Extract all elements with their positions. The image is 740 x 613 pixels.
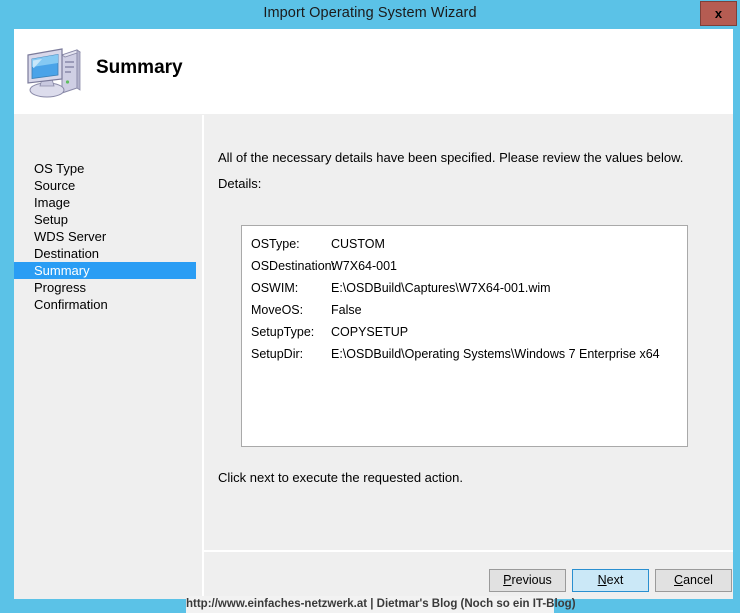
detail-value: CUSTOM — [331, 237, 385, 251]
computer-icon — [22, 41, 86, 101]
sidebar-item-os-type[interactable]: OS Type — [14, 160, 202, 177]
detail-value: E:\OSDBuild\Operating Systems\Windows 7 … — [331, 347, 660, 361]
wizard-step-list: OS Type Source Image Setup WDS Server De… — [14, 160, 202, 313]
sidebar-item-wds-server[interactable]: WDS Server — [14, 228, 202, 245]
detail-key: SetupType: — [251, 325, 315, 339]
accesskey-letter: P — [503, 573, 512, 587]
detail-key: OSWIM: — [251, 281, 299, 295]
cancel-button-label: ancel — [683, 573, 713, 587]
table-row: SetupType: COPYSETUP — [251, 321, 660, 343]
title-bar: Import Operating System Wizard x — [0, 0, 740, 29]
window-title: Import Operating System Wizard — [263, 5, 477, 21]
detail-value: E:\OSDBuild\Captures\W7X64-001.wim — [331, 281, 551, 295]
sidebar-item-summary[interactable]: Summary — [14, 262, 196, 279]
detail-value: COPYSETUP — [331, 325, 409, 339]
table-row: MoveOS: False — [251, 299, 660, 321]
next-button-label: ext — [606, 573, 624, 587]
details-rows: OSType: CUSTOM OSDestination:W7X64-001 OS… — [251, 233, 660, 365]
sidebar-item-setup[interactable]: Setup — [14, 211, 202, 228]
intro-text: All of the necessary details have been s… — [218, 150, 684, 165]
detail-key: SetupDir: — [251, 347, 304, 361]
sidebar-item-progress[interactable]: Progress — [14, 279, 202, 296]
accesskey-letter: N — [597, 573, 607, 587]
close-icon[interactable]: x — [700, 1, 737, 26]
detail-key: OSType: — [251, 237, 300, 251]
table-row: SetupDir: E:\OSDBuild\Operating Systems\W… — [251, 343, 660, 365]
watermark-text: http://www.einfaches-netzwerk.at | Dietm… — [186, 596, 576, 613]
wizard-step-sidebar: OS Type Source Image Setup WDS Server De… — [14, 115, 202, 599]
previous-button[interactable]: Previous — [489, 569, 566, 592]
client-area: Summary OS Type Source Image Setup WDS S… — [14, 29, 733, 599]
sidebar-item-source[interactable]: Source — [14, 177, 202, 194]
header-band: Summary — [14, 29, 733, 114]
button-bar: Previous Next Cancel — [204, 552, 733, 599]
wizard-window: Import Operating System Wizard x Summary… — [0, 0, 740, 613]
detail-key: OSDestination: — [251, 259, 336, 273]
details-label: Details: — [218, 176, 262, 191]
previous-button-label: revious — [511, 573, 552, 587]
table-row: OSWIM: E:\OSDBuild\Captures\W7X64-001.wim — [251, 277, 660, 299]
detail-value: W7X64-001 — [331, 259, 398, 273]
detail-value: False — [331, 303, 362, 317]
table-row: OSDestination:W7X64-001 — [251, 255, 660, 277]
details-box[interactable]: OSType: CUSTOM OSDestination:W7X64-001 OS… — [241, 225, 688, 447]
sidebar-item-image[interactable]: Image — [14, 194, 202, 211]
detail-key: MoveOS: — [251, 303, 304, 317]
sidebar-item-destination[interactable]: Destination — [14, 245, 202, 262]
action-hint-text: Click next to execute the requested acti… — [218, 470, 463, 485]
next-button[interactable]: Next — [572, 569, 649, 592]
table-row: OSType: CUSTOM — [251, 233, 660, 255]
accesskey-letter: C — [674, 573, 684, 587]
sidebar-item-confirmation[interactable]: Confirmation — [14, 296, 202, 313]
page-title: Summary — [96, 57, 183, 78]
content-pane: All of the necessary details have been s… — [204, 115, 733, 549]
cancel-button[interactable]: Cancel — [655, 569, 732, 592]
